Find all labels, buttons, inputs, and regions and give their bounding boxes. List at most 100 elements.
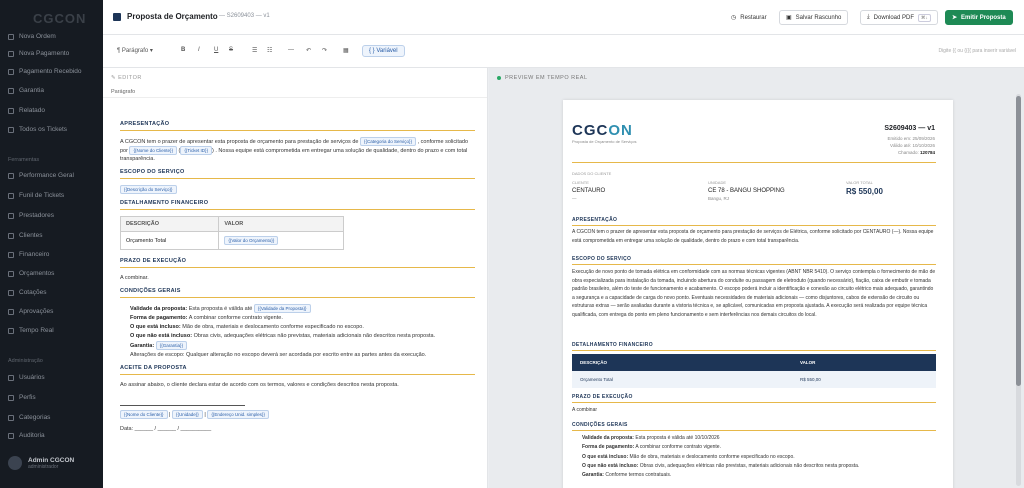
- scrollbar-thumb[interactable]: [1016, 96, 1021, 386]
- restore-button[interactable]: ◷ Restaurar: [725, 10, 773, 25]
- sidebar-section-ferramentas: Ferramentas: [8, 157, 40, 163]
- insert-variable-button[interactable]: { } Variável: [362, 45, 405, 57]
- paragraph: A CGCON tem o prazer de apresentar esta …: [572, 229, 934, 244]
- formatting-toolbar: ¶ Parágrafo ▾ B I U S ☰ ☷ — ↶ ↷ ▦ { } Va…: [103, 35, 1024, 68]
- variable-chip[interactable]: {{Unidade}}: [172, 410, 203, 419]
- sidebar-item-nova-ordem[interactable]: Nova Ordem: [8, 33, 56, 40]
- table-header: VALOR: [792, 354, 936, 371]
- user-icon: [8, 232, 14, 239]
- table-cell: Orçamento Total: [572, 371, 792, 388]
- divider: [572, 162, 936, 163]
- ordered-list-button[interactable]: ☷: [267, 47, 272, 54]
- preview-pane: PREVIEW EM TEMPO REAL CGCON Proposta de …: [489, 68, 1024, 488]
- sidebar-item-aprovacoes[interactable]: Aprovações: [8, 308, 53, 315]
- sidebar-item-perfis[interactable]: Perfis: [8, 394, 36, 401]
- variable-chip[interactable]: {{Validade da Proposta}}: [253, 304, 311, 313]
- paragraph: Execução de novo ponto de tomada elétric…: [572, 269, 936, 318]
- sidebar-item-performance[interactable]: Performance Geral: [8, 172, 74, 179]
- underline-button[interactable]: U: [214, 47, 218, 53]
- sidebar-item-auditoria[interactable]: Auditoria: [8, 432, 45, 439]
- sidebar-item-relatado[interactable]: Relatado: [8, 107, 45, 114]
- table-header: VALOR: [218, 216, 344, 232]
- redo-button[interactable]: ↷: [322, 47, 327, 54]
- check-circle-icon: [8, 308, 14, 315]
- table-header: DESCRIÇÃO: [572, 354, 792, 371]
- financial-table: DESCRIÇÃO VALOR Orçamento Total R$ 550,0…: [572, 354, 936, 388]
- variable-chip[interactable]: {{Descrição do Serviço}}: [120, 185, 177, 194]
- client-info: CLIENTE CENTAURO — UNIDADE CE 78 - BANGU…: [572, 180, 883, 201]
- strike-button[interactable]: S: [229, 47, 233, 53]
- sidebar-user[interactable]: Admin CGCON administrador: [8, 456, 74, 470]
- paragraph-select[interactable]: ¶ Parágrafo ▾: [117, 47, 153, 54]
- section-heading: CONDIÇÕES GERAIS: [572, 422, 936, 431]
- sidebar-item-clientes[interactable]: Clientes: [8, 232, 42, 239]
- variable-chip[interactable]: {{Nome do Cliente}}: [129, 146, 178, 155]
- section-heading: PRAZO DE EXECUÇÃO: [120, 258, 475, 268]
- variable-chip[interactable]: {{Categoria do Serviço}}: [360, 137, 417, 146]
- sidebar-item-garantia[interactable]: Garantia: [8, 87, 44, 94]
- bold-button[interactable]: B: [181, 47, 185, 53]
- sidebar-item-funil[interactable]: Funil de Tickets: [8, 192, 64, 199]
- company-logo: CGCON: [572, 122, 633, 139]
- sidebar-item-todos-tickets[interactable]: Todos os Tickets: [8, 126, 67, 133]
- funnel-icon: [8, 192, 14, 199]
- variable-chip[interactable]: {{Valor do Orçamento}}: [224, 236, 279, 245]
- total-value: R$ 550,00: [846, 187, 883, 196]
- list-item: Garantia: {{Garantia}}: [130, 341, 475, 351]
- chart-icon: [8, 172, 14, 179]
- sidebar-item-categorias[interactable]: Categorias: [8, 414, 50, 421]
- variable-chip[interactable]: {{Garantia}}: [155, 341, 187, 350]
- editor-pane[interactable]: ✎ EDITOR Parágrafo APRESENTAÇÃO A CGCON …: [103, 68, 488, 488]
- users-icon: [8, 212, 14, 219]
- section-heading: ESCOPO DO SERVIÇO: [120, 169, 475, 179]
- sidebar-item-usuarios[interactable]: Usuários: [8, 374, 45, 381]
- save-icon: ▣: [786, 15, 792, 21]
- save-draft-button[interactable]: ▣ Salvar Rascunho: [779, 10, 849, 25]
- download-pdf-button[interactable]: ⤓ Download PDF ⌘↓: [860, 10, 938, 25]
- sidebar-item-financeiro[interactable]: Financeiro: [8, 251, 49, 258]
- list-item: Alterações de escopo: Qualquer alteração…: [130, 352, 427, 358]
- bullet-list-button[interactable]: ☰: [252, 47, 257, 54]
- avatar: [8, 456, 22, 470]
- signature-line: [120, 405, 245, 406]
- table-icon[interactable]: ▦: [343, 47, 349, 54]
- section-heading: PRAZO DE EXECUÇÃO: [572, 394, 936, 403]
- undo-button[interactable]: ↶: [306, 47, 311, 54]
- table-cell: {{Valor do Orçamento}}: [218, 231, 344, 250]
- sidebar-item-tempo-real[interactable]: Tempo Real: [8, 327, 54, 334]
- proposal-meta: Emitido em: 25/09/2026 Válido até: 10/10…: [887, 136, 935, 155]
- proposal-number: S2609403 — v1: [884, 125, 935, 132]
- emit-proposal-button[interactable]: ➤ Emitir Proposta: [945, 10, 1013, 25]
- client-data-label: DADOS DO CLIENTE: [572, 171, 612, 176]
- variable-chip[interactable]: {{Endereço Unid. simples}}: [207, 410, 269, 419]
- sidebar-item-orcamentos[interactable]: Orçamentos: [8, 270, 54, 277]
- sidebar-item-novo-pagamento[interactable]: Nova Pagamento: [8, 50, 69, 57]
- check-icon: [8, 68, 14, 75]
- sidebar-item-cotacoes[interactable]: Cotações: [8, 289, 46, 296]
- send-icon: ➤: [952, 15, 958, 21]
- restore-icon: ◷: [731, 15, 737, 21]
- list-item: O que está incluso: Mão de obra, materia…: [130, 324, 364, 330]
- variable-hint: Digite {{ ou {{{{ para inserir variável: [938, 48, 1016, 54]
- document-icon: [113, 13, 121, 21]
- user-role: administrador: [28, 463, 59, 470]
- paragraph: Ao assinar abaixo, o cliente declara est…: [120, 382, 399, 388]
- dollar-icon: [8, 251, 14, 258]
- list-item: Forma de pagamento: A combinar conforme …: [130, 315, 283, 321]
- paragraph: A combinar: [572, 407, 598, 413]
- shortcut-badge: ⌘↓: [918, 13, 931, 22]
- sidebar-item-pagamento-recebido[interactable]: Pagamento Recebido: [8, 68, 82, 75]
- table-cell: Orçamento Total: [119, 231, 220, 250]
- card-icon: [8, 50, 14, 57]
- variable-chip[interactable]: {{Nome do Cliente}}: [120, 410, 168, 419]
- client-name: CENTAURO: [572, 188, 606, 194]
- variable-chip[interactable]: {{Ticket ID}}: [180, 146, 212, 155]
- editor-content[interactable]: APRESENTAÇÃO A CGCON tem o prazer de apr…: [119, 121, 475, 439]
- scrollbar[interactable]: [1016, 94, 1021, 486]
- sidebar-item-prestadores[interactable]: Prestadores: [8, 212, 54, 219]
- flag-icon: [8, 107, 14, 114]
- table-header: DESCRIÇÃO: [119, 216, 220, 232]
- italic-button[interactable]: I: [198, 47, 200, 53]
- document-icon: [8, 270, 14, 277]
- horizontal-rule-button[interactable]: —: [288, 47, 294, 53]
